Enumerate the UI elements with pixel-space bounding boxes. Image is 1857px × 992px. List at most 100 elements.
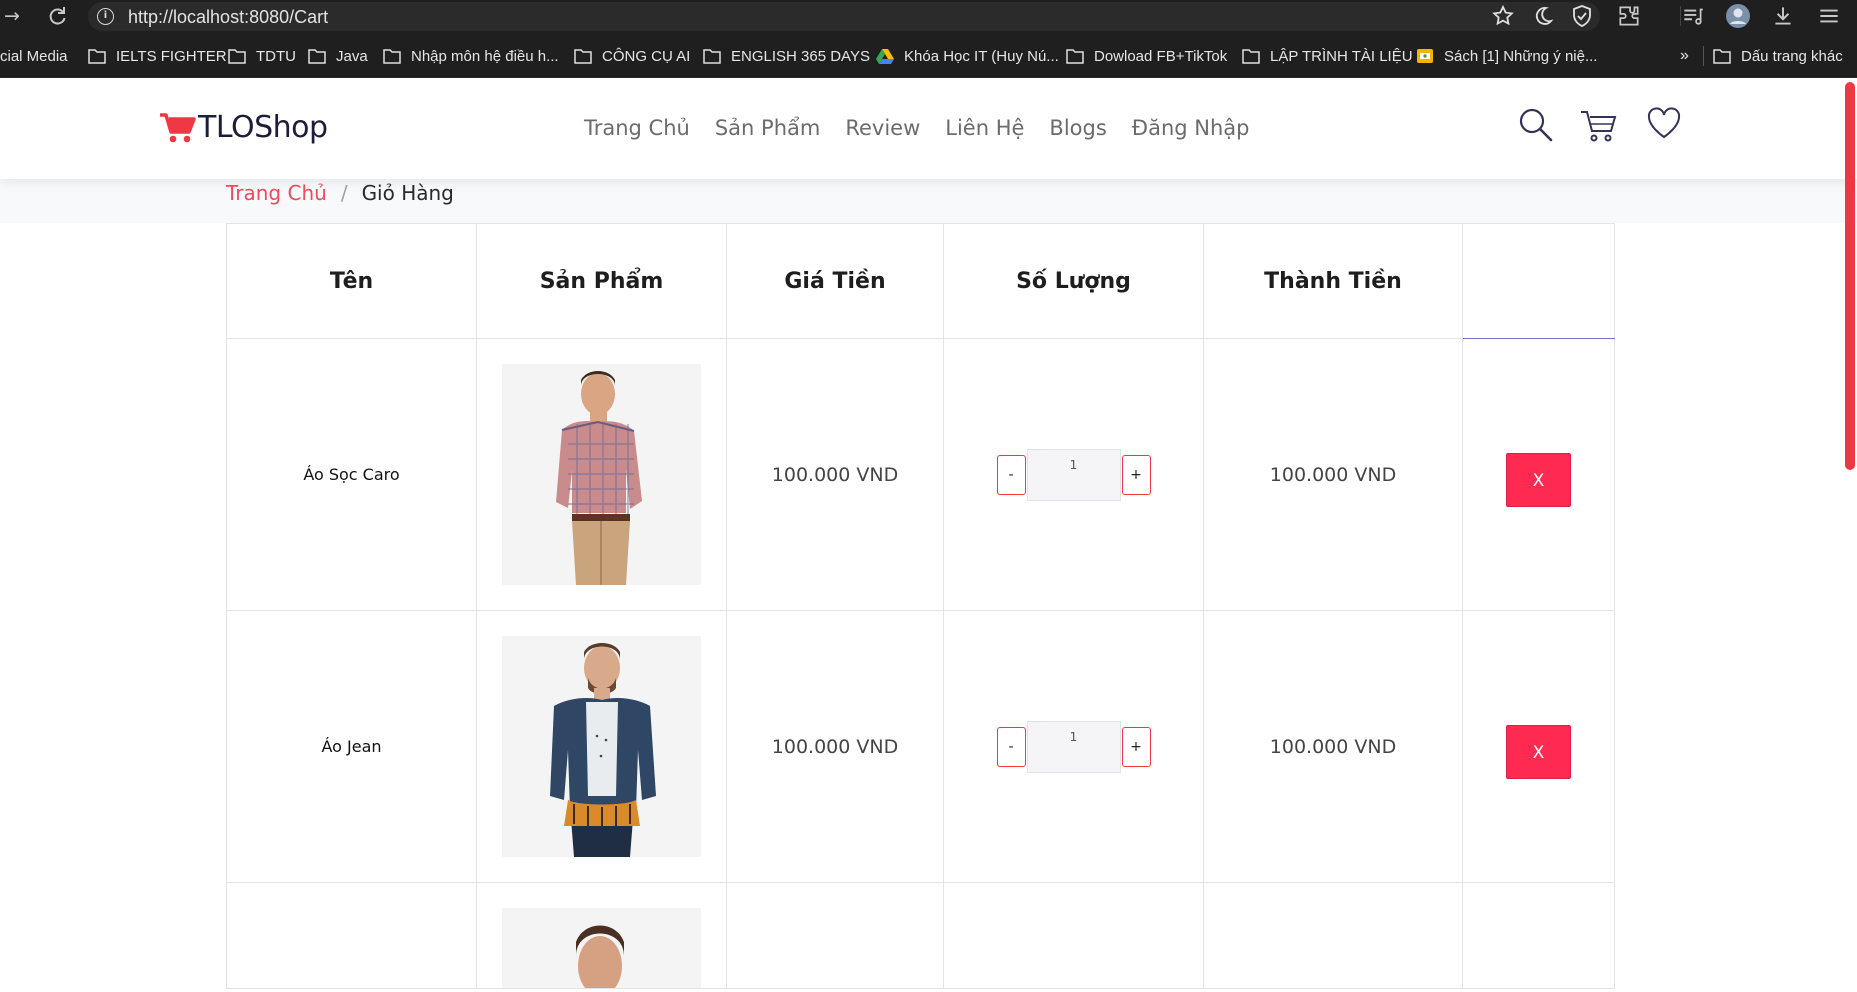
search-icon[interactable] [1518, 106, 1554, 148]
folder-icon [88, 49, 106, 64]
nav-review[interactable]: Review [845, 116, 920, 140]
cart-table: Tên Sản Phẩm Giá Tiền Số Lượng Thành Tiề… [226, 223, 1615, 992]
cell-action [1462, 882, 1615, 989]
product-name: Áo Sọc Caro [303, 465, 400, 484]
decrement-button[interactable]: - [996, 726, 1026, 767]
breadcrumb-current: Giỏ Hàng [361, 181, 454, 205]
wishlist-heart-icon[interactable] [1646, 106, 1682, 144]
folder-icon [383, 49, 401, 64]
profile-avatar[interactable] [1725, 3, 1751, 29]
folder-icon [1713, 49, 1731, 64]
cell-product [476, 610, 727, 883]
header-product: Sản Phẩm [476, 223, 727, 339]
shield-icon[interactable] [1570, 4, 1594, 28]
slides-icon [1417, 49, 1433, 63]
cell-name: Áo Sọc Caro [226, 338, 477, 611]
forward-icon[interactable]: → [0, 4, 24, 28]
cell-price: 100.000 VND [726, 610, 944, 883]
cell-product [476, 338, 727, 611]
page-scrollbar[interactable] [1845, 82, 1855, 470]
product-image-denim-jacket [502, 636, 701, 857]
nav-products[interactable]: Sản Phẩm [715, 116, 820, 140]
breadcrumb-home[interactable]: Trang Chủ [226, 181, 327, 205]
dark-mode-icon[interactable] [1531, 4, 1555, 28]
nav-contact[interactable]: Liên Hệ [945, 116, 1024, 140]
bookmark-item[interactable]: CÔNG CỤ AI [574, 45, 690, 67]
cell-name: Áo Jean [226, 610, 477, 883]
cell-name [226, 882, 477, 989]
main-nav: Trang Chủ Sản Phẩm Review Liên Hệ Blogs … [584, 116, 1274, 140]
cell-total [1203, 882, 1463, 989]
menu-icon[interactable] [1816, 3, 1842, 29]
cell-total: 100.000 VND [1203, 610, 1463, 883]
folder-icon [1242, 49, 1260, 64]
reload-icon[interactable] [45, 4, 69, 28]
quantity-stepper: - 1 + [996, 720, 1151, 773]
brand-logo[interactable]: TLOShop [160, 110, 328, 145]
cart-logo-icon [160, 112, 196, 142]
bookmarks-overflow-button[interactable]: » [1680, 45, 1689, 67]
url-text[interactable]: http://localhost:8080/Cart [128, 7, 328, 28]
product-image [502, 908, 701, 992]
bookmark-divider [1703, 46, 1704, 66]
header-price: Giá Tiền [726, 223, 944, 339]
download-icon[interactable] [1770, 3, 1796, 29]
increment-button[interactable]: + [1121, 454, 1151, 495]
bookmark-item[interactable]: ENGLISH 365 DAYS [703, 45, 870, 67]
quantity-input[interactable]: 1 [1026, 448, 1121, 501]
bookmark-item[interactable]: Dowload FB+TikTok [1066, 45, 1227, 67]
folder-icon [308, 49, 326, 64]
table-row: Áo Jean 100.000 VND - 1 + 100.000 VND X [226, 610, 1615, 883]
header-quantity: Số Lượng [943, 223, 1204, 339]
breadcrumb-bar: Trang Chủ / Giỏ Hàng [0, 179, 1857, 223]
cell-quantity [943, 882, 1204, 989]
bookmark-item[interactable]: LẬP TRÌNH TÀI LIỆU [1242, 45, 1413, 67]
line-total: 100.000 VND [1269, 463, 1397, 486]
cell-quantity: - 1 + [943, 338, 1204, 611]
folder-icon [574, 49, 592, 64]
quantity-input[interactable]: 1 [1026, 720, 1121, 773]
nav-login[interactable]: Đăng Nhập [1132, 116, 1250, 140]
table-row [226, 882, 1615, 992]
breadcrumb: Trang Chủ / Giỏ Hàng [226, 181, 454, 205]
bookmark-item[interactable]: Sách [1] Những ý niệ... [1416, 45, 1597, 67]
bookmark-item[interactable]: TDTU [228, 45, 296, 67]
bookmark-item[interactable]: Nhập môn hệ điều h... [383, 45, 559, 67]
nav-home[interactable]: Trang Chủ [584, 116, 690, 140]
media-control-icon[interactable] [1680, 3, 1706, 29]
cell-price [726, 882, 944, 989]
product-image-plaid-shirt [502, 364, 701, 585]
increment-button[interactable]: + [1121, 726, 1151, 767]
folder-icon [228, 49, 246, 64]
bookmark-item[interactable]: IELTS FIGHTER [88, 45, 227, 67]
folder-icon [1066, 49, 1084, 64]
breadcrumb-separator: / [340, 181, 348, 205]
header-action [1462, 223, 1615, 339]
cell-quantity: - 1 + [943, 610, 1204, 883]
header-name: Tên [226, 223, 477, 339]
remove-item-button[interactable]: X [1506, 724, 1571, 779]
quantity-stepper: - 1 + [996, 448, 1151, 501]
unit-price: 100.000 VND [771, 735, 899, 758]
extensions-icon[interactable] [1616, 3, 1642, 29]
cell-total: 100.000 VND [1203, 338, 1463, 611]
cell-action: X [1462, 610, 1615, 883]
bookmark-star-icon[interactable] [1491, 4, 1515, 28]
folder-icon [703, 49, 721, 64]
nav-blogs[interactable]: Blogs [1049, 116, 1106, 140]
drive-icon [876, 49, 894, 64]
decrement-button[interactable]: - [996, 454, 1026, 495]
remove-item-button[interactable]: X [1506, 452, 1571, 507]
site-info-icon[interactable]: i [97, 8, 114, 25]
browser-toolbar: → i http://localhost:8080/Cart [0, 0, 1857, 33]
header-total: Thành Tiền [1203, 223, 1463, 339]
cell-price: 100.000 VND [726, 338, 944, 611]
cart-icon[interactable] [1580, 106, 1618, 148]
product-name: Áo Jean [321, 737, 382, 756]
cell-action: X [1462, 338, 1615, 611]
address-bar[interactable]: i http://localhost:8080/Cart [88, 2, 1600, 31]
bookmark-item[interactable]: Khóa Học IT (Huy Nú... [876, 45, 1059, 67]
other-bookmarks[interactable]: Dấu trang khác [1713, 45, 1843, 67]
bookmark-item[interactable]: cial Media [0, 45, 68, 67]
bookmark-item[interactable]: Java [308, 45, 368, 67]
